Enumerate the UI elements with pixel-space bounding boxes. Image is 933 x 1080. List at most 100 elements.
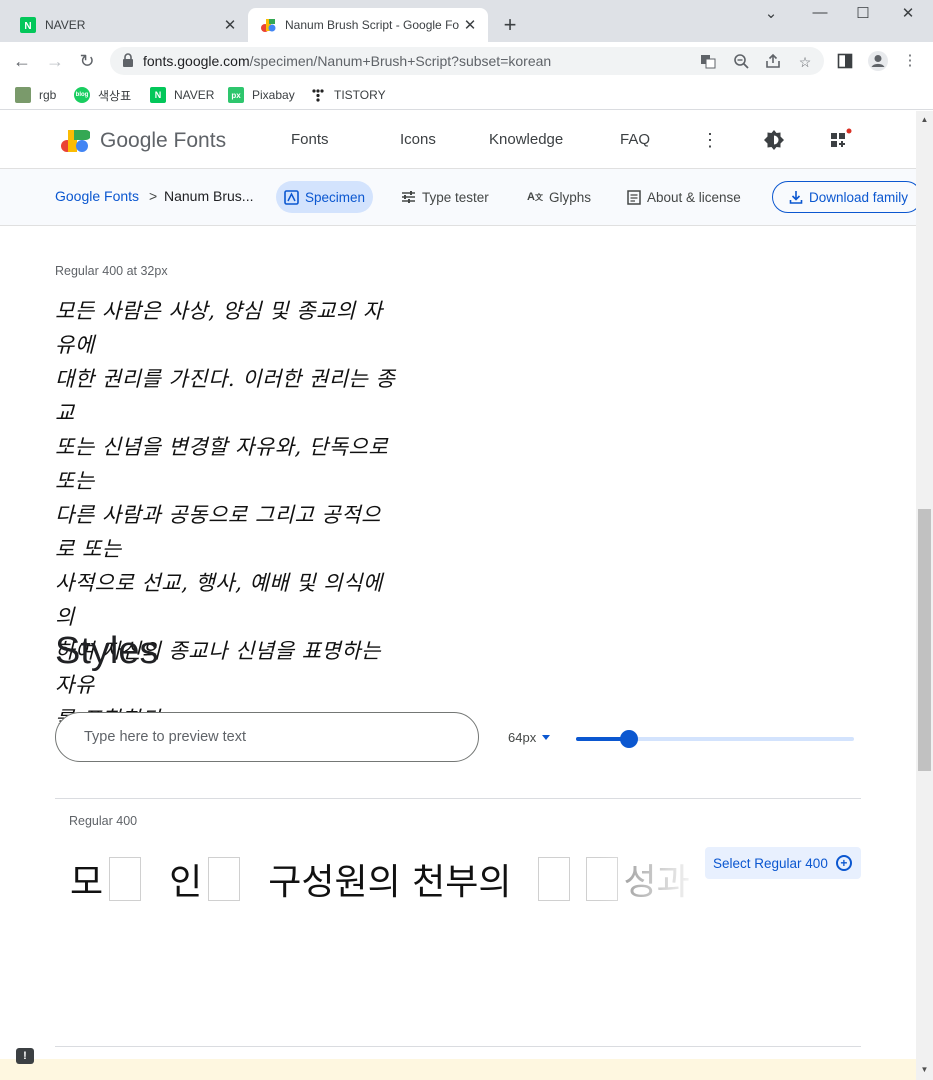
nav-icons[interactable]: Icons <box>400 131 436 148</box>
preview-glyphs: 인 <box>169 862 203 903</box>
reload-icon[interactable]: ↻ <box>76 50 98 72</box>
styles-heading: Styles <box>55 630 159 672</box>
page-viewport: Google Fonts Fonts Icons Knowledge FAQ ⋮… <box>0 111 916 1080</box>
font-size-slider[interactable] <box>576 730 854 748</box>
browser-menu-icon[interactable]: ⋮ <box>899 50 921 72</box>
tab-google-fonts[interactable]: Nanum Brush Script - Google Fo ✕ <box>248 8 488 42</box>
forward-icon[interactable]: → <box>44 50 66 72</box>
close-window-button[interactable]: ✕ <box>888 4 928 28</box>
preview-text-input[interactable] <box>55 712 479 762</box>
lock-icon <box>122 53 134 72</box>
sample-line: 또는 신념을 변경할 자유와, 단독으로 또는 <box>55 435 389 493</box>
address-bar[interactable]: fonts.google.com/specimen/Nanum+Brush+Sc… <box>110 47 824 75</box>
missing-glyph-box <box>208 857 241 901</box>
preview-glyphs: 모 <box>70 862 104 903</box>
bookmark-star-icon[interactable]: ☆ <box>796 53 814 71</box>
bookmark-naver[interactable]: N NAVER <box>150 85 214 105</box>
logo-text: Google Fonts <box>100 129 227 152</box>
zoom-icon[interactable] <box>732 53 750 71</box>
maximize-button[interactable]: ☐ <box>843 4 883 28</box>
close-tab-icon[interactable]: ✕ <box>460 16 480 34</box>
google-fonts-header: Google Fonts Fonts Icons Knowledge FAQ ⋮ <box>0 111 916 169</box>
more-options-icon[interactable]: ⋮ <box>698 128 722 152</box>
style-row-divider <box>55 798 861 799</box>
nav-fonts[interactable]: Fonts <box>291 131 329 148</box>
side-panel-icon[interactable] <box>834 50 856 72</box>
tab-specimen[interactable]: Specimen <box>276 181 374 213</box>
tab-glyphs[interactable]: A文 Glyphs <box>519 181 599 213</box>
missing-glyph-box <box>109 857 142 901</box>
share-icon[interactable] <box>764 53 782 71</box>
close-tab-icon[interactable]: ✕ <box>220 16 240 34</box>
bookmarks-bar: rgb blog 색상표 N NAVER px Pixabay TISTORY <box>0 80 933 110</box>
translate-icon[interactable] <box>699 53 717 71</box>
tab-strip: N NAVER ✕ Nanum Brush Script - Google Fo… <box>0 0 933 42</box>
download-icon <box>789 190 803 204</box>
add-circle-icon: + <box>835 855 852 871</box>
tab-type-tester[interactable]: Type tester <box>393 181 497 213</box>
tab-label: Type tester <box>422 189 489 205</box>
font-size-select[interactable]: 64px <box>508 730 551 745</box>
naver-favicon-icon: N <box>20 17 36 33</box>
page-scrollbar[interactable]: ▲ ▼ <box>916 111 933 1080</box>
download-label: Download family <box>809 189 909 205</box>
breadcrumb-root[interactable]: Google Fonts <box>55 188 139 204</box>
url-path: /specimen/Nanum+Brush+Script?subset=kore… <box>249 53 552 69</box>
bookmark-color-chart[interactable]: blog 색상표 <box>74 85 131 105</box>
download-family-button[interactable]: Download family <box>772 181 916 213</box>
select-style-label: Select Regular 400 <box>713 855 828 871</box>
slider-thumb[interactable] <box>619 730 638 748</box>
naver-favicon-icon: N <box>150 87 166 103</box>
scrollbar-thumb[interactable] <box>918 509 931 771</box>
selected-families-icon[interactable] <box>828 128 852 152</box>
sample-line: 모든 사람은 사상, 양심 및 종교의 자유에 <box>55 299 383 357</box>
bookmark-tistory[interactable]: TISTORY <box>310 85 386 105</box>
dropdown-caret-icon <box>542 735 551 740</box>
new-tab-button[interactable]: + <box>498 12 522 38</box>
missing-glyph-box <box>537 857 570 901</box>
preview-glyphs: 구성원의 천부의 <box>268 862 512 903</box>
nav-knowledge[interactable]: Knowledge <box>489 131 563 148</box>
main-content: Regular 400 at 32px 모든 사람은 사상, 양심 및 종교의 … <box>0 226 916 1080</box>
bookmark-label: NAVER <box>174 88 215 102</box>
svg-text:N: N <box>24 21 31 32</box>
feedback-icon[interactable]: ! <box>16 1048 34 1064</box>
tistory-favicon-icon <box>310 87 326 103</box>
tab-about-license[interactable]: About & license <box>619 181 749 213</box>
pixabay-favicon-icon: px <box>228 87 244 103</box>
nav-faq[interactable]: FAQ <box>620 131 650 148</box>
specimen-subnav: Google Fonts > Nanum Brus... Specimen Ty… <box>0 169 916 226</box>
minimize-button[interactable]: — <box>800 4 840 28</box>
google-fonts-logo-icon <box>61 130 90 152</box>
article-icon <box>627 189 641 205</box>
google-fonts-logo[interactable]: Google Fonts <box>60 129 226 153</box>
select-style-button[interactable]: Select Regular 400 + <box>705 847 861 879</box>
breadcrumb-current: Nanum Brus... <box>164 188 254 204</box>
bookmark-label: Pixabay <box>252 88 295 102</box>
bookmark-label: 색상표 <box>98 88 132 103</box>
tab-label: Specimen <box>305 189 366 205</box>
back-icon[interactable]: ← <box>11 50 33 72</box>
url-text: fonts.google.com/specimen/Nanum+Brush+Sc… <box>143 53 551 69</box>
sample-line: 다른 사람과 공동으로 그리고 공적으로 또는 <box>55 503 381 561</box>
tab-label: Glyphs <box>548 189 591 205</box>
sample-line: 사적으로 선교, 행사, 예배 및 의식에 의 <box>55 571 383 629</box>
tune-icon <box>401 190 416 204</box>
scroll-up-arrow-icon[interactable]: ▲ <box>916 115 933 124</box>
font-size-value: 64px <box>508 730 537 745</box>
tab-title: NAVER <box>45 18 86 32</box>
browser-toolbar: ← → ↻ fonts.google.com/specimen/Nanum+Br… <box>0 42 933 80</box>
sample-line: 대한 권리를 가진다. 이러한 권리는 종교 <box>55 367 396 425</box>
bookmark-pixabay[interactable]: px Pixabay <box>228 85 295 105</box>
specimen-icon <box>284 189 299 205</box>
tab-label: About & license <box>647 189 741 205</box>
tab-search-icon[interactable]: ⌄ <box>751 4 791 28</box>
tab-naver[interactable]: N NAVER ✕ <box>8 8 248 42</box>
google-fonts-favicon-icon <box>260 17 276 33</box>
profile-avatar-icon[interactable] <box>867 50 889 72</box>
scroll-down-arrow-icon[interactable]: ▼ <box>916 1065 933 1074</box>
style-name: Regular 400 <box>69 814 138 828</box>
bookmark-label: rgb <box>39 88 57 102</box>
bookmark-rgb[interactable]: rgb <box>15 85 56 105</box>
theme-toggle-icon[interactable] <box>762 128 786 152</box>
